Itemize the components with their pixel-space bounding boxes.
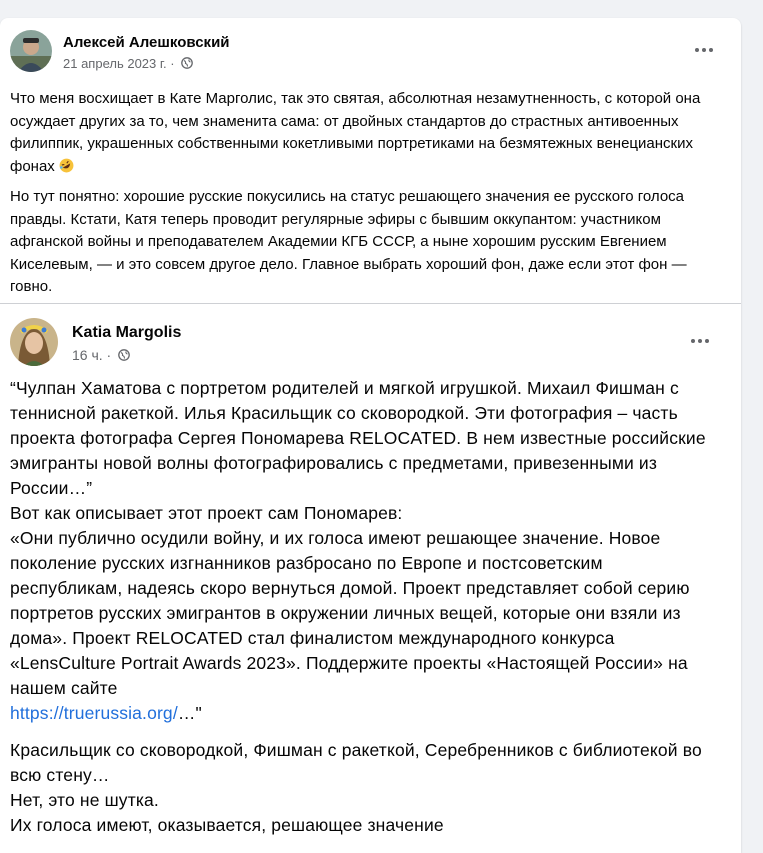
- shared-post-body: “Чулпан Хаматова с портретом родителей и…: [10, 376, 716, 838]
- shared-post-time[interactable]: 16 ч.: [72, 347, 103, 363]
- meta-separator: ·: [170, 56, 175, 71]
- meta-separator: ·: [106, 347, 112, 363]
- shared-more-options-button[interactable]: [682, 323, 718, 359]
- outer-post-body: Что меня восхищает в Кате Марголис, так …: [10, 88, 710, 307]
- shared-post-meta: 16 ч. ·: [72, 347, 130, 363]
- avatar-image: [10, 30, 52, 72]
- globe-icon: [181, 57, 194, 69]
- shared-post-quote: “Чулпан Хаматова с портретом родителей и…: [10, 378, 706, 723]
- truerussia-link[interactable]: https://truerussia.org/: [10, 703, 178, 723]
- avatar-image: [10, 318, 58, 366]
- outer-post-meta: 21 апрель 2023 г. ·: [63, 56, 194, 71]
- shared-post-comment: Красильщик со сковородкой, Фишман с раке…: [10, 740, 702, 835]
- outer-author-name[interactable]: Алексей Алешковский: [63, 34, 230, 51]
- outer-paragraph-2: Но тут понятно: хорошие русские покусили…: [10, 188, 687, 295]
- globe-icon: [118, 349, 130, 361]
- more-options-icon: [691, 339, 695, 343]
- rolling-laughing-emoji-icon: [59, 158, 74, 172]
- link-suffix: …": [177, 703, 202, 723]
- shared-post: Katia Margolis 16 ч. · “Чулпан Хаматова …: [0, 303, 741, 853]
- post-card: Алексей Алешковский 21 апрель 2023 г. · …: [0, 18, 741, 853]
- more-options-button[interactable]: [686, 32, 722, 68]
- shared-author-name[interactable]: Katia Margolis: [72, 324, 181, 342]
- outer-post-date[interactable]: 21 апрель 2023 г.: [63, 56, 167, 71]
- outer-paragraph-1: Что меня восхищает в Кате Марголис, так …: [10, 90, 701, 175]
- avatar[interactable]: [10, 30, 52, 72]
- more-options-icon: [695, 48, 699, 52]
- shared-avatar[interactable]: [10, 318, 58, 366]
